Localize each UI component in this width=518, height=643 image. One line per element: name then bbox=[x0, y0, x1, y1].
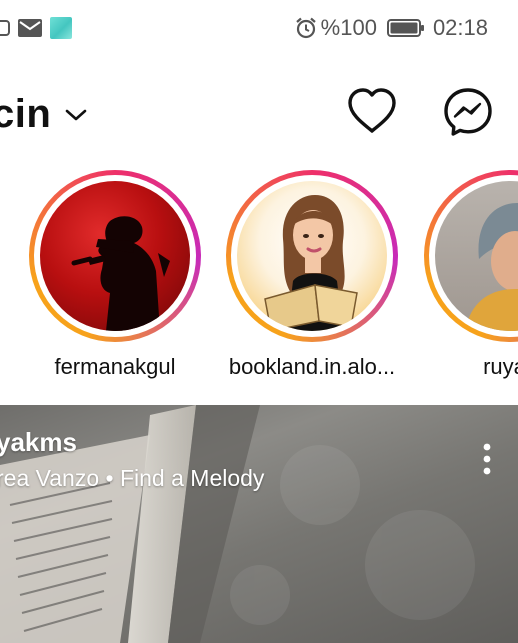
notification-icons bbox=[0, 16, 72, 40]
chevron-down-icon bbox=[65, 109, 87, 120]
story-item[interactable]: ruyak bbox=[410, 170, 518, 380]
app-icon bbox=[0, 20, 10, 36]
thumbnail-icon bbox=[50, 17, 72, 39]
avatar bbox=[40, 181, 190, 331]
story-item[interactable]: bookland.in.alo... bbox=[212, 170, 412, 380]
post-audio-label[interactable]: rea Vanzo • Find a Melody bbox=[0, 465, 264, 492]
messenger-icon[interactable] bbox=[443, 87, 493, 137]
status-bar: %100 02:18 bbox=[0, 0, 518, 52]
alarm-icon bbox=[295, 17, 316, 39]
story-username: ruyak bbox=[483, 354, 518, 379]
page-title: cin bbox=[0, 92, 52, 136]
app-header: cin bbox=[0, 78, 518, 148]
post[interactable]: yakms rea Vanzo • Find a Melody bbox=[0, 405, 518, 643]
story-ring bbox=[424, 170, 518, 342]
story-username: bookland.in.alo... bbox=[228, 354, 396, 379]
account-switcher[interactable]: cin bbox=[0, 92, 87, 137]
mail-icon bbox=[18, 19, 42, 37]
story-item[interactable]: fermanakgul bbox=[15, 170, 215, 380]
story-username: fermanakgul bbox=[54, 354, 176, 379]
stories-tray: fermanakgul bookland.in.alo... ruy bbox=[0, 170, 518, 398]
post-media bbox=[0, 405, 475, 643]
heart-icon[interactable] bbox=[346, 87, 398, 135]
avatar bbox=[237, 181, 387, 331]
more-vertical-icon[interactable] bbox=[474, 439, 500, 479]
battery-percent: %100 bbox=[320, 15, 377, 40]
status-indicators: %100 02:18 bbox=[295, 14, 488, 42]
story-ring bbox=[226, 170, 398, 342]
clock: 02:18 bbox=[432, 15, 488, 40]
story-ring bbox=[29, 170, 201, 342]
battery-icon bbox=[386, 19, 424, 37]
post-username[interactable]: yakms bbox=[0, 427, 77, 458]
instagram-home-screen: %100 02:18 cin fermanakgul bookland.in.a… bbox=[0, 0, 518, 643]
